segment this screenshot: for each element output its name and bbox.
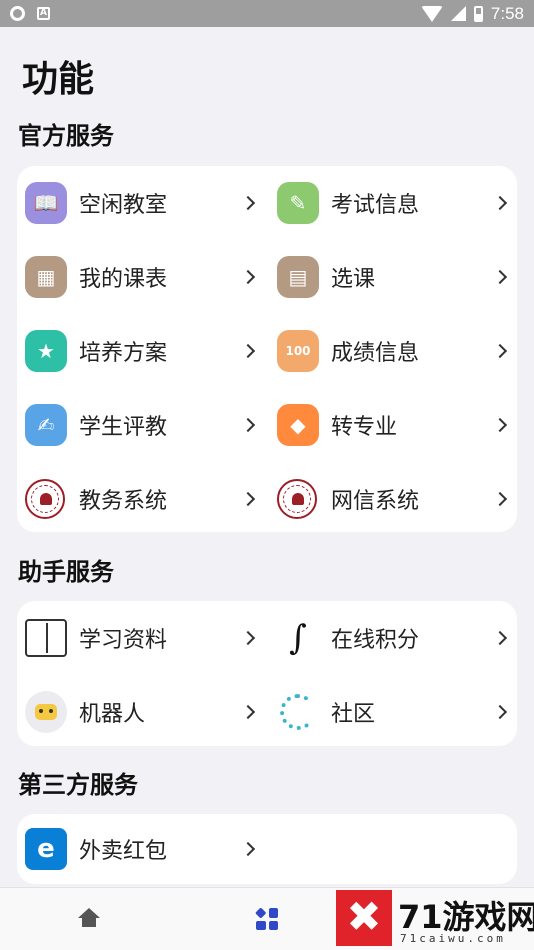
chevron-right-icon	[240, 704, 256, 720]
item-label: 学生评教	[79, 415, 168, 440]
evaluate-icon: ✍	[25, 404, 67, 446]
item-label: 教务系统	[79, 489, 168, 514]
section-title-assistant: 助手服务	[18, 558, 114, 586]
watermark-sub: 71caiwu.com	[400, 932, 506, 945]
item-training-plan[interactable]: ★ 培养方案	[17, 314, 267, 388]
grid-icon[interactable]	[255, 907, 278, 930]
signal-icon	[450, 6, 466, 21]
battery-icon	[473, 5, 483, 22]
chevron-right-icon	[492, 195, 508, 211]
score-icon: 100	[277, 330, 319, 372]
wifi-icon	[420, 5, 443, 22]
chevron-right-icon	[492, 269, 508, 285]
watermark: ✖ 71游戏网 71caiwu.com	[336, 890, 534, 950]
exam-pencil-icon: ✎	[277, 182, 319, 224]
status-bar: A 7:58	[0, 0, 534, 27]
status-time: 7:58	[490, 3, 524, 23]
chevron-right-icon	[492, 417, 508, 433]
item-exam-info[interactable]: ✎ 考试信息	[269, 166, 519, 240]
item-transfer-major[interactable]: ◆ 转专业	[269, 388, 519, 462]
item-label: 空闲教室	[79, 193, 168, 218]
official-services-card: 📖 空闲教室 ✎ 考试信息 ▦ 我的课表 ▤ 选课 ★ 培养方案 100 成绩信…	[17, 166, 517, 532]
item-score-info[interactable]: 100 成绩信息	[269, 314, 519, 388]
item-label: 在线积分	[331, 628, 420, 653]
item-label: 我的课表	[79, 267, 168, 292]
chevron-right-icon	[492, 704, 508, 720]
assistant-services-card: 学习资料 ∫ 在线积分 机器人 社区	[17, 601, 517, 746]
university-seal-icon	[25, 479, 65, 519]
plan-book-icon: ★	[25, 330, 67, 372]
item-label: 社区	[331, 702, 376, 727]
item-study-materials[interactable]: 学习资料	[17, 601, 267, 675]
item-free-classroom[interactable]: 📖 空闲教室	[17, 166, 267, 240]
chevron-right-icon	[240, 630, 256, 646]
item-label: 成绩信息	[331, 341, 420, 366]
chevron-right-icon	[492, 343, 508, 359]
chevron-right-icon	[240, 841, 256, 857]
robot-icon	[25, 691, 67, 733]
chevron-right-icon	[492, 491, 508, 507]
sync-icon	[10, 6, 25, 21]
a-notification-icon: A	[37, 7, 50, 20]
third-party-services-card: e 外卖红包	[17, 814, 517, 884]
open-book-icon	[25, 619, 67, 657]
page-title: 功能	[22, 59, 95, 100]
course-select-icon: ▤	[277, 256, 319, 298]
item-network-system[interactable]: 网信系统	[269, 462, 519, 536]
integral-icon: ∫	[277, 617, 319, 659]
chevron-right-icon	[240, 269, 256, 285]
item-label: 选课	[331, 267, 376, 292]
item-takeout-coupon[interactable]: e 外卖红包	[17, 812, 267, 886]
item-robot[interactable]: 机器人	[17, 675, 267, 749]
item-label: 外卖红包	[79, 839, 168, 864]
item-course-selection[interactable]: ▤ 选课	[269, 240, 519, 314]
section-title-official: 官方服务	[18, 122, 114, 150]
section-title-third-party: 第三方服务	[18, 771, 138, 799]
community-ring-icon	[277, 691, 319, 733]
home-icon[interactable]	[78, 908, 100, 928]
chevron-right-icon	[240, 195, 256, 211]
item-label: 机器人	[79, 702, 146, 727]
eleme-icon: e	[25, 828, 67, 870]
item-my-timetable[interactable]: ▦ 我的课表	[17, 240, 267, 314]
item-community[interactable]: 社区	[269, 675, 519, 749]
chevron-right-icon	[240, 417, 256, 433]
chevron-right-icon	[240, 491, 256, 507]
item-academic-system[interactable]: 教务系统	[17, 462, 267, 536]
transfer-icon: ◆	[277, 404, 319, 446]
watermark-logo: ✖	[336, 890, 392, 946]
university-seal-icon	[277, 479, 317, 519]
book-open-icon: 📖	[25, 182, 67, 224]
item-label: 培养方案	[79, 341, 168, 366]
item-label: 学习资料	[79, 628, 168, 653]
item-label: 转专业	[331, 415, 398, 440]
item-label: 考试信息	[331, 193, 420, 218]
chevron-right-icon	[492, 630, 508, 646]
chevron-right-icon	[240, 343, 256, 359]
calendar-icon: ▦	[25, 256, 67, 298]
item-student-evaluation[interactable]: ✍ 学生评教	[17, 388, 267, 462]
item-label: 网信系统	[331, 489, 420, 514]
item-online-points[interactable]: ∫ 在线积分	[269, 601, 519, 675]
